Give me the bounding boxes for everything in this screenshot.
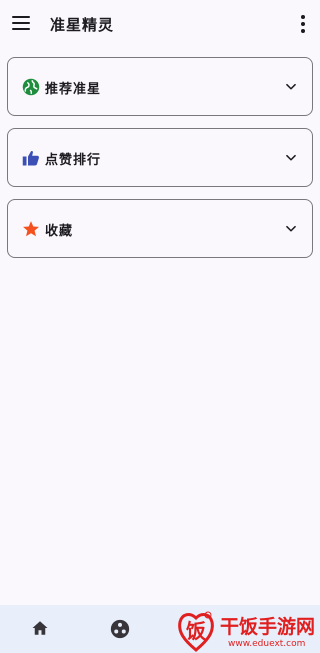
more-options-icon[interactable] xyxy=(300,15,306,33)
watermark-logo: 饭 xyxy=(178,611,214,652)
menu-icon[interactable] xyxy=(12,12,34,34)
globe-icon xyxy=(22,78,40,96)
thumbs-up-icon xyxy=(22,150,39,166)
home-icon[interactable] xyxy=(31,619,49,637)
chevron-down-icon[interactable] xyxy=(284,80,298,94)
top-app-bar: 准星精灵 xyxy=(0,0,320,48)
recommended-crosshair-card[interactable]: 推荐准星 xyxy=(7,57,313,116)
card-label: 推荐准星 xyxy=(45,82,102,97)
card-label: 收藏 xyxy=(45,224,74,239)
likes-ranking-card[interactable]: 点赞排行 xyxy=(7,128,313,187)
chevron-down-icon[interactable] xyxy=(284,222,298,236)
chevron-down-icon[interactable] xyxy=(284,151,298,165)
favorites-card[interactable]: 收藏 xyxy=(7,199,313,258)
page-title: 准星精灵 xyxy=(50,16,115,34)
watermark-text: 干饭手游网 xyxy=(220,616,316,638)
app-screen: 准星精灵 推荐准星 点赞排行 收藏 饭 干饭手游网 www.eduext.com xyxy=(0,0,320,653)
card-label: 点赞排行 xyxy=(45,153,102,168)
star-icon xyxy=(23,221,39,237)
explore-icon[interactable] xyxy=(110,619,130,639)
watermark-url: www.eduext.com xyxy=(228,639,306,649)
svg-text:饭: 饭 xyxy=(186,619,206,643)
watermark: 饭 干饭手游网 www.eduext.com xyxy=(176,608,320,653)
